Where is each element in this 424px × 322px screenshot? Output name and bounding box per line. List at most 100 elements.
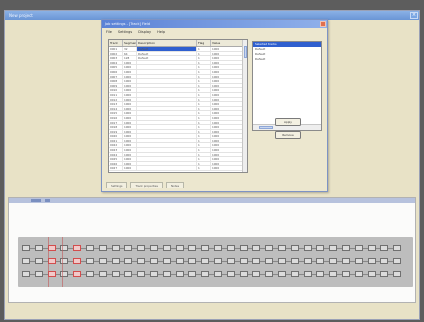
table-cell[interactable]: 1000	[123, 161, 137, 166]
track-segment[interactable]	[329, 258, 338, 264]
table-cell[interactable]: 1	[197, 60, 211, 65]
table-cell[interactable]	[137, 157, 197, 161]
track-segment[interactable]	[316, 245, 325, 251]
table-cell[interactable]: 1	[197, 51, 211, 56]
grid-vertical-scrollbar[interactable]	[242, 40, 247, 172]
track-segment[interactable]	[290, 258, 299, 264]
track-segment[interactable]	[162, 271, 171, 277]
table-cell[interactable]: 1000	[123, 157, 137, 161]
table-cell[interactable]: 0022	[109, 143, 123, 148]
track-segment[interactable]	[303, 245, 312, 251]
track-segment[interactable]	[111, 258, 120, 264]
menu-settings[interactable]: Settings	[118, 30, 132, 34]
track-grid[interactable]: Track Segment Description Flag Value 000…	[108, 39, 248, 173]
table-cell[interactable]: 0014	[109, 106, 123, 111]
table-cell[interactable]	[137, 88, 197, 92]
track-segment[interactable]	[22, 271, 30, 277]
grid-header-cell[interactable]: Description	[137, 40, 197, 46]
track-segment[interactable]	[214, 271, 222, 277]
table-cell[interactable]	[137, 106, 197, 111]
table-cell[interactable]	[137, 148, 197, 152]
table-cell[interactable]: 0024	[109, 152, 123, 157]
table-cell[interactable]	[137, 161, 197, 166]
dialog-close-button[interactable]	[320, 21, 326, 27]
track-segment[interactable]	[329, 271, 338, 277]
table-cell[interactable]: 1	[197, 69, 211, 74]
table-row[interactable]: 0027 1000 1 1000	[109, 166, 247, 172]
track-segment[interactable]	[226, 271, 235, 277]
table-cell[interactable]: 1	[197, 47, 211, 51]
table-cell[interactable]: 1000	[123, 125, 137, 129]
track-row[interactable]	[22, 270, 410, 279]
table-cell[interactable]: 128	[123, 56, 137, 60]
track-segment[interactable]	[316, 271, 325, 277]
grid-header-cell[interactable]: Track	[109, 40, 123, 46]
table-cell[interactable]: 1000	[123, 143, 137, 148]
table-cell[interactable]	[137, 79, 197, 83]
table-cell[interactable]	[137, 97, 197, 102]
table-cell[interactable]: 1	[197, 79, 211, 83]
track-segment[interactable]	[303, 271, 312, 277]
track-segment[interactable]	[98, 258, 107, 264]
track-segment[interactable]	[278, 271, 286, 277]
track-segment[interactable]	[201, 271, 210, 277]
track-segment[interactable]	[175, 258, 184, 264]
table-cell[interactable]: 1000	[123, 152, 137, 157]
track-segment[interactable]	[342, 258, 350, 264]
track-segment[interactable]	[162, 245, 171, 251]
table-cell[interactable]: Default	[137, 56, 197, 60]
table-cell[interactable]: 0017	[109, 120, 123, 125]
table-cell[interactable]: 1	[197, 152, 211, 157]
table-cell[interactable]: 1000	[123, 88, 137, 92]
table-cell[interactable]	[137, 120, 197, 125]
track-segment[interactable]	[329, 245, 338, 251]
track-segment[interactable]	[316, 258, 325, 264]
tab-notes[interactable]: Notes	[165, 182, 185, 188]
track-segment[interactable]	[175, 245, 184, 251]
track-segment[interactable]	[86, 258, 94, 264]
track-segment[interactable]	[201, 245, 210, 251]
table-cell[interactable]: 1	[197, 129, 211, 134]
tab-track-properties[interactable]: Track properties	[130, 182, 163, 188]
table-cell[interactable]: 1	[197, 92, 211, 97]
tab-settings[interactable]: Settings	[106, 182, 128, 188]
table-cell[interactable]: 1	[197, 148, 211, 152]
table-cell[interactable]	[137, 74, 197, 79]
table-cell[interactable]: 0009	[109, 83, 123, 88]
table-cell[interactable]: 1000	[123, 102, 137, 106]
track-segment[interactable]	[34, 271, 43, 277]
table-cell[interactable]: 1000	[123, 60, 137, 65]
track-segment[interactable]	[188, 245, 197, 251]
table-cell[interactable]: 1000	[123, 92, 137, 97]
remove-button[interactable]: Remove	[275, 131, 301, 139]
table-cell[interactable]: 1000	[123, 69, 137, 74]
track-segment[interactable]	[367, 258, 376, 264]
table-cell[interactable]	[137, 111, 197, 115]
table-cell[interactable]	[137, 138, 197, 143]
track-segment[interactable]	[124, 245, 133, 251]
table-cell[interactable]: 0013	[109, 102, 123, 106]
table-cell[interactable]	[137, 115, 197, 120]
table-cell[interactable]: 1000	[123, 148, 137, 152]
track-segment[interactable]	[34, 258, 43, 264]
table-cell[interactable]: 0011	[109, 92, 123, 97]
menu-display[interactable]: Display	[138, 30, 151, 34]
table-cell[interactable]: 1000	[123, 74, 137, 79]
main-close-button[interactable]: ×	[410, 12, 418, 19]
track-segment[interactable]	[214, 258, 222, 264]
table-cell[interactable]: 1	[197, 74, 211, 79]
table-cell[interactable]: 0018	[109, 125, 123, 129]
track-segment[interactable]	[73, 271, 82, 277]
grid-header-cell[interactable]: Segment	[123, 40, 137, 46]
track-segment[interactable]	[188, 271, 197, 277]
apply-button[interactable]: Apply	[275, 118, 301, 126]
table-cell[interactable]: 1000	[123, 138, 137, 143]
table-cell[interactable]: 1	[197, 97, 211, 102]
table-cell[interactable]: 0025	[109, 157, 123, 161]
track-segment[interactable]	[98, 271, 107, 277]
table-cell[interactable]: 1	[197, 56, 211, 60]
table-cell[interactable]	[137, 69, 197, 74]
table-cell[interactable]: 1	[197, 111, 211, 115]
table-cell[interactable]: 1000	[123, 79, 137, 83]
track-segment[interactable]	[137, 271, 146, 277]
